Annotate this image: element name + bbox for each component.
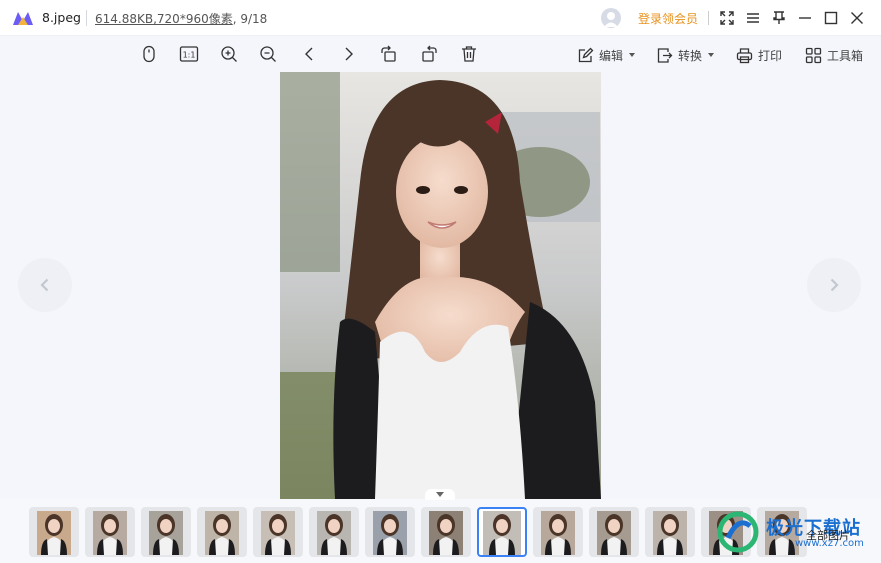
title-divider [86, 10, 87, 26]
rotate-right-icon [422, 45, 437, 62]
filmstrip-toggle[interactable] [425, 489, 455, 500]
menu-icon [747, 13, 759, 23]
zoom-in-button[interactable] [219, 44, 239, 64]
thumbnail[interactable] [589, 507, 639, 557]
rotate-right-button[interactable] [419, 44, 439, 64]
actual-size-icon: 1:1 [179, 46, 199, 62]
convert-label: 转换 [678, 48, 703, 63]
previous-image-arrow[interactable] [18, 258, 72, 312]
delete-button[interactable] [459, 44, 479, 64]
thumbnail[interactable] [421, 507, 471, 557]
chevron-down-icon [629, 53, 636, 57]
previous-icon [305, 47, 313, 61]
rotate-left-button[interactable] [379, 44, 399, 64]
maximize-button[interactable] [822, 9, 840, 27]
app-logo-icon [13, 12, 33, 25]
file-info: 614.88KB,720*960像素, 9/18 [95, 10, 267, 27]
pin-button[interactable] [770, 9, 788, 27]
maximize-icon [824, 11, 838, 25]
image-dimensions[interactable]: ,720*960像素 [153, 12, 233, 26]
watermark-logo-icon [717, 511, 759, 553]
file-name: 8.jpeg [42, 10, 81, 25]
thumbnail[interactable] [533, 507, 583, 557]
next-image-button[interactable] [339, 44, 359, 64]
file-size[interactable]: 614.88KB [95, 12, 153, 26]
toolbox-label: 工具箱 [827, 48, 864, 63]
image-position: , 9/18 [232, 12, 268, 26]
thumbnail[interactable] [85, 507, 135, 557]
login-button[interactable]: 登录领会员 [638, 10, 698, 27]
title-divider-2 [708, 11, 709, 25]
toolbox-icon [805, 47, 822, 63]
close-button[interactable] [848, 9, 866, 27]
avatar[interactable] [601, 8, 621, 28]
next-icon [345, 47, 353, 61]
toolbar: 1:1 编辑 转换 打印 工具箱 [0, 36, 881, 72]
printer-icon [736, 47, 753, 63]
zoom-out-icon [260, 46, 276, 62]
edit-menu[interactable]: 编辑 [577, 45, 636, 65]
chevron-right-icon [830, 278, 839, 292]
fullscreen-icon [720, 11, 734, 25]
zoom-in-icon [221, 46, 237, 62]
rotate-left-icon [381, 45, 396, 62]
convert-menu[interactable]: 转换 [656, 45, 715, 65]
previous-image-button[interactable] [299, 44, 319, 64]
convert-icon [657, 47, 673, 63]
all-pictures-button[interactable]: 全部图片 [806, 527, 850, 543]
main-photo [280, 72, 601, 499]
print-button[interactable]: 打印 [736, 45, 782, 65]
edit-icon [578, 47, 594, 62]
svg-text:1:1: 1:1 [183, 51, 196, 60]
mouse-mode-button[interactable] [139, 44, 159, 64]
minimize-icon [799, 17, 811, 19]
thumbnail[interactable] [309, 507, 359, 557]
thumbnail[interactable] [197, 507, 247, 557]
image-canvas[interactable] [280, 72, 601, 499]
minimize-button[interactable] [796, 9, 814, 27]
menu-button[interactable] [744, 9, 762, 27]
thumbnail[interactable] [365, 507, 415, 557]
thumbnail[interactable] [29, 507, 79, 557]
title-bar: 8.jpeg 614.88KB,720*960像素, 9/18 登录领会员 [0, 0, 881, 36]
delete-icon [462, 46, 476, 62]
pin-icon [773, 11, 785, 24]
thumbnail[interactable] [141, 507, 191, 557]
chevron-left-icon [40, 278, 49, 292]
thumbnail[interactable] [253, 507, 303, 557]
zoom-out-button[interactable] [258, 44, 278, 64]
close-icon [851, 12, 863, 24]
thumbnail[interactable] [477, 507, 527, 557]
actual-size-button[interactable]: 1:1 [179, 44, 199, 64]
next-image-arrow[interactable] [807, 258, 861, 312]
fullscreen-button[interactable] [718, 9, 736, 27]
chevron-down-icon [708, 53, 715, 57]
thumbnail[interactable] [645, 507, 695, 557]
edit-label: 编辑 [599, 48, 624, 63]
caret-down-icon [436, 491, 444, 497]
toolbox-button[interactable]: 工具箱 [805, 45, 863, 65]
mouse-icon [143, 45, 155, 63]
print-label: 打印 [758, 48, 783, 63]
